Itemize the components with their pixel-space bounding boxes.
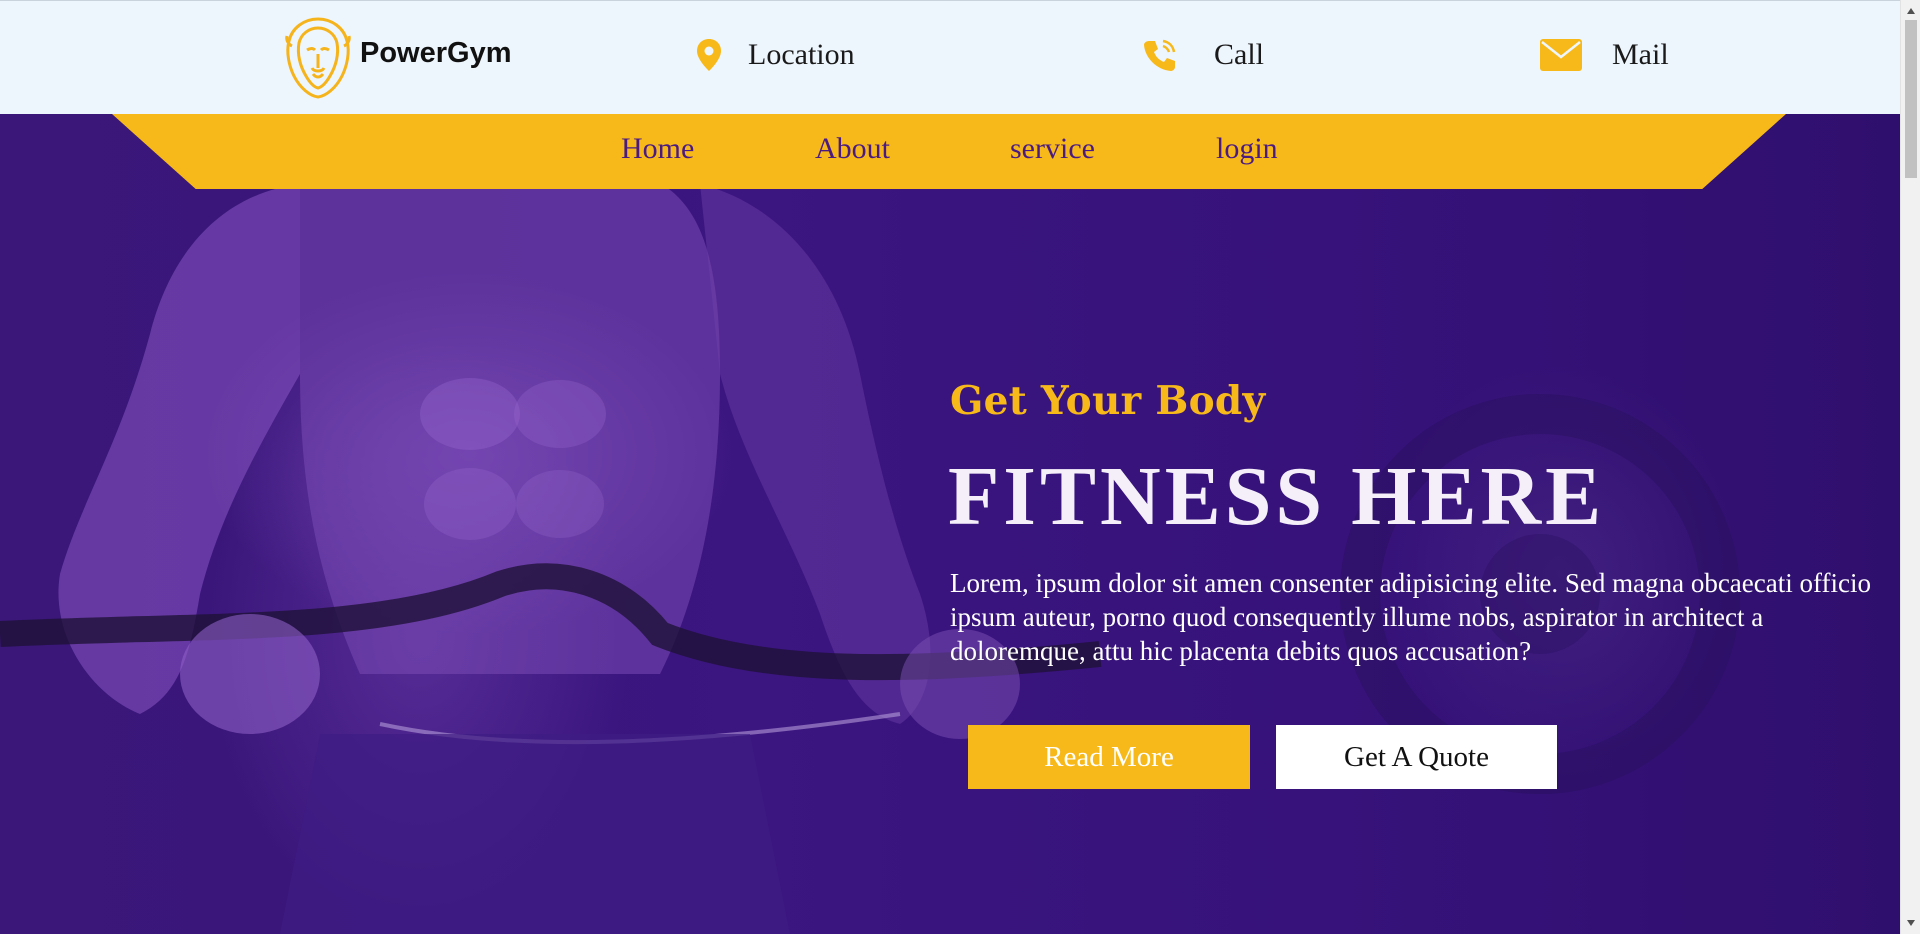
- nav-link-about[interactable]: About: [815, 132, 890, 166]
- nav-link-login[interactable]: login: [1216, 132, 1278, 166]
- read-more-button[interactable]: Read More: [968, 725, 1250, 789]
- hero-description: Lorem, ipsum dolor sit amen consenter ad…: [950, 568, 1871, 666]
- nav-link-service[interactable]: service: [1010, 132, 1095, 166]
- vertical-scrollbar[interactable]: [1900, 0, 1920, 934]
- lion-head-icon: [285, 17, 351, 99]
- page: PowerGym Location Call Mail Home About s…: [0, 0, 1920, 934]
- location-info[interactable]: Location: [694, 37, 855, 73]
- phone-icon: [1142, 37, 1178, 73]
- call-label: Call: [1214, 38, 1264, 71]
- scroll-up-arrow-icon[interactable]: [1901, 2, 1920, 20]
- brand-name: PowerGym: [360, 36, 512, 69]
- mail-info[interactable]: Mail: [1538, 37, 1669, 73]
- call-info[interactable]: Call: [1142, 37, 1264, 73]
- hero-title: FITNESS HERE: [948, 450, 1606, 543]
- scrollbar-thumb[interactable]: [1905, 20, 1917, 178]
- location-label: Location: [748, 38, 855, 71]
- top-info-bar: PowerGym Location Call Mail: [0, 0, 1900, 114]
- map-pin-icon: [694, 37, 724, 73]
- envelope-icon: [1538, 37, 1584, 73]
- brand[interactable]: PowerGym: [282, 16, 512, 100]
- hero-subtitle: Get Your Body: [950, 378, 1266, 424]
- scroll-down-arrow-icon[interactable]: [1901, 914, 1920, 932]
- get-quote-button[interactable]: Get A Quote: [1276, 725, 1557, 789]
- main-nav: Home About service login: [0, 132, 1900, 172]
- nav-link-home[interactable]: Home: [621, 132, 694, 166]
- mail-label: Mail: [1612, 38, 1669, 71]
